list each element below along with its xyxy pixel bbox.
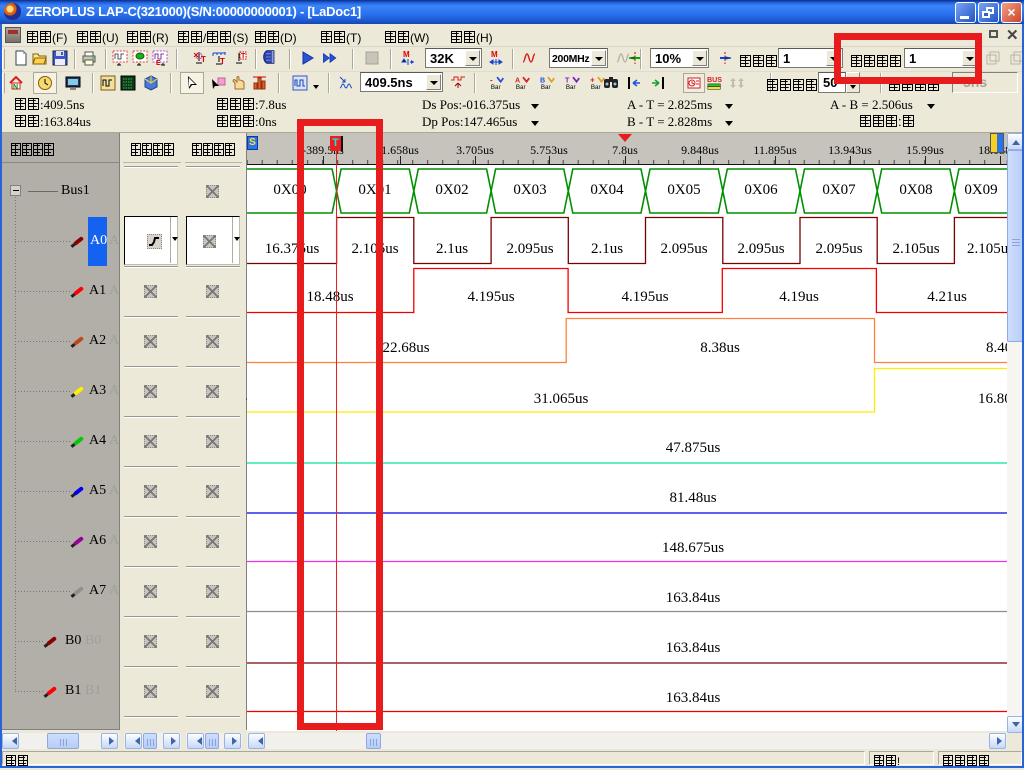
svg-text:N: N	[13, 84, 18, 91]
svg-text:Bar: Bar	[516, 84, 526, 91]
svg-text:Bar: Bar	[491, 84, 501, 91]
svg-text:E: E	[156, 60, 161, 66]
svg-text:M: M	[403, 50, 410, 59]
svg-text:T: T	[241, 53, 246, 60]
svg-text:Bar: Bar	[541, 84, 551, 91]
svg-text:Bar: Bar	[591, 84, 601, 91]
svg-text:Bar: Bar	[566, 84, 576, 91]
svg-text:T: T	[201, 55, 206, 64]
svg-text:T: T	[220, 57, 225, 66]
svg-text:M: M	[491, 50, 498, 59]
svg-text:BUS: BUS	[707, 76, 722, 84]
